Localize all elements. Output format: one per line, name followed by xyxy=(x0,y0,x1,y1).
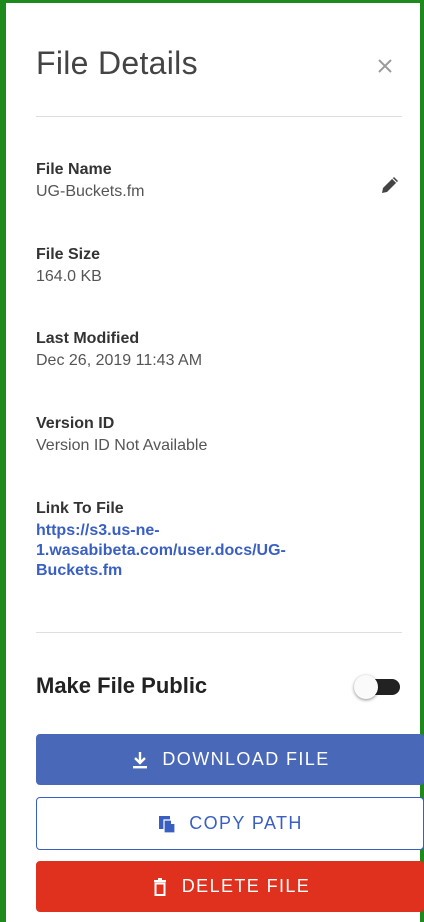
copy-path-button[interactable]: COPY PATH xyxy=(36,797,424,850)
last-modified-label: Last Modified xyxy=(36,330,140,347)
last-modified-value: Dec 26, 2019 11:43 AM xyxy=(36,352,203,369)
close-icon[interactable] xyxy=(374,55,396,77)
last-modified-field: Last Modified Dec 26, 2019 11:43 AM xyxy=(36,330,400,371)
file-link-line-2: 1.wasabibeta.com/user.docs/UG- xyxy=(36,542,286,559)
version-id-field: Version ID Version ID Not Available xyxy=(36,415,400,456)
file-size-field: File Size 164.0 KB xyxy=(36,246,400,287)
panel-header: File Details xyxy=(34,43,402,93)
version-id-label: Version ID xyxy=(36,415,115,432)
file-name-value: UG-Buckets.fm xyxy=(36,183,145,200)
trash-icon xyxy=(150,877,170,897)
toggle-knob xyxy=(354,675,378,699)
file-details-panel: File Details File Name UG-Buckets.fm Fil… xyxy=(0,0,424,922)
version-id-value: Version ID Not Available xyxy=(36,437,208,454)
panel-title: File Details xyxy=(36,45,198,81)
delete-file-label: DELETE FILE xyxy=(181,876,311,896)
copy-path-label: COPY PATH xyxy=(189,813,303,833)
file-name-label: File Name xyxy=(36,161,112,178)
download-file-label: DOWNLOAD FILE xyxy=(162,749,330,769)
download-icon xyxy=(130,750,150,770)
header-divider xyxy=(36,116,402,117)
make-public-toggle[interactable] xyxy=(354,675,400,699)
section-divider xyxy=(36,632,402,633)
file-name-field: File Name UG-Buckets.fm xyxy=(36,161,400,202)
delete-file-button[interactable]: DELETE FILE xyxy=(36,861,424,912)
file-link-line-3: Buckets.fm xyxy=(36,562,123,579)
make-public-row: Make File Public xyxy=(36,669,400,705)
link-label: Link To File xyxy=(36,500,124,517)
copy-file-icon xyxy=(157,814,177,834)
download-file-button[interactable]: DOWNLOAD FILE xyxy=(36,734,424,785)
link-field: Link To File https://s3.us-ne- 1.wasabib… xyxy=(36,500,400,581)
file-link[interactable]: https://s3.us-ne- 1.wasabibeta.com/user.… xyxy=(36,521,356,581)
file-size-value: 164.0 KB xyxy=(36,268,102,285)
file-link-line-1: https://s3.us-ne- xyxy=(36,522,160,539)
file-size-label: File Size xyxy=(36,246,101,263)
make-public-label: Make File Public xyxy=(36,673,208,698)
pencil-icon[interactable] xyxy=(378,173,402,197)
